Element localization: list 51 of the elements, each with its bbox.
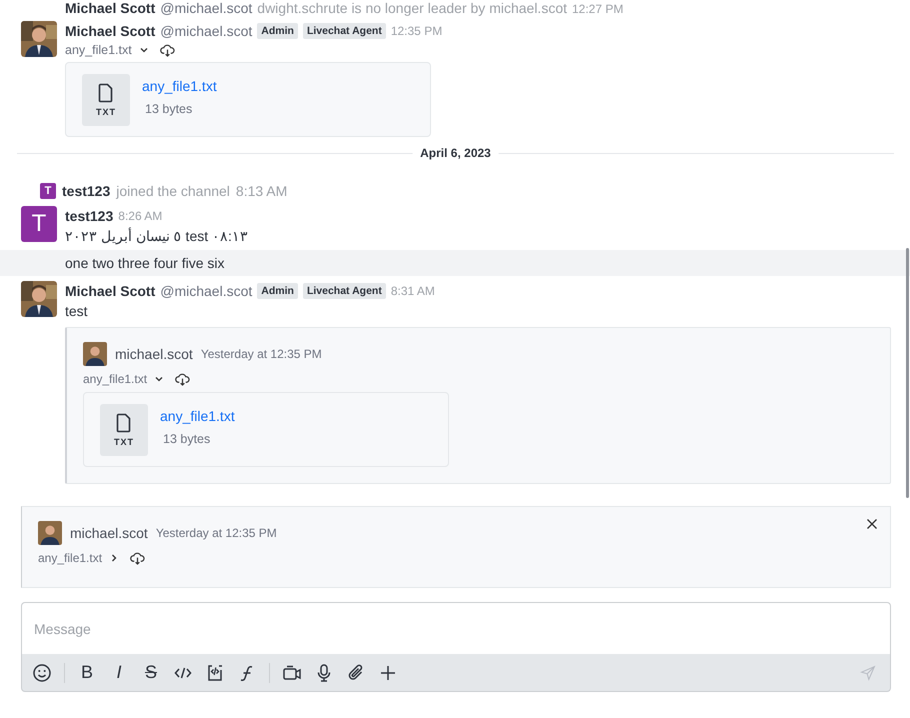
system-text: dwight.schrute is no longer leader by michael.scot — [257, 0, 567, 16]
avatar: T — [21, 206, 57, 242]
avatar: T — [40, 183, 56, 199]
close-icon[interactable] — [866, 518, 878, 530]
timestamp: 8:13 AM — [236, 183, 288, 199]
sender-name: test123 — [65, 208, 114, 224]
italic-button[interactable]: I — [109, 662, 129, 682]
timestamp: Yesterday at 12:35 PM — [200, 347, 322, 361]
username: @michael.scot — [160, 283, 252, 299]
strike-button[interactable]: S — [141, 662, 161, 682]
file-name: any_file1.txt — [38, 551, 102, 565]
username: @michael.scot — [160, 23, 252, 39]
document-icon — [116, 412, 132, 432]
scrollbar[interactable] — [906, 248, 909, 498]
message-text: one two three four five six — [65, 255, 225, 271]
file-link[interactable]: any_file1.txt — [160, 408, 235, 424]
timestamp: 8:26 AM — [118, 209, 162, 223]
cloud-download-icon[interactable] — [160, 44, 175, 56]
file-type: TXT — [96, 106, 116, 116]
timestamp: 12:35 PM — [390, 24, 442, 38]
file-size: 13 bytes — [144, 102, 194, 116]
file-type: TXT — [114, 436, 134, 446]
bold-button[interactable]: B — [77, 662, 97, 682]
sender-name: Michael Scott — [65, 283, 156, 299]
chevron-icon[interactable] — [138, 45, 149, 55]
username: @michael.scot — [160, 0, 252, 16]
message-text: ٥ نيسان أبريل ٢٠٢٣ test ٠٨:١٣ — [65, 226, 249, 246]
file-size: 13 bytes — [162, 432, 212, 446]
sender-name: test123 — [62, 183, 110, 199]
role-tag: Admin — [257, 23, 298, 39]
timestamp: 8:31 AM — [390, 284, 435, 298]
emoji-icon[interactable] — [32, 662, 52, 682]
sender-name: Michael Scott — [65, 0, 156, 16]
chevron-icon[interactable] — [154, 374, 164, 384]
system-text: joined the channel — [116, 183, 230, 199]
timestamp: 12:27 PM — [572, 1, 624, 17]
message-text: test — [65, 302, 89, 321]
file-name: any_file1.txt — [83, 372, 148, 386]
message-field[interactable]: Message — [21, 602, 891, 654]
file-name: any_file1.txt — [65, 43, 132, 57]
document-icon — [98, 82, 114, 102]
role-tag: Livechat Agent — [302, 23, 386, 39]
role-tag: Admin — [257, 283, 298, 299]
role-tag: Livechat Agent — [302, 283, 386, 299]
file-link[interactable]: any_file1.txt — [142, 78, 217, 94]
sender-name: Michael Scott — [65, 23, 156, 39]
quoted-author: michael.scot — [115, 346, 193, 362]
quoted-author: michael.scot — [70, 525, 148, 541]
timestamp: Yesterday at 12:35 PM — [156, 526, 277, 540]
cloud-download-icon[interactable] — [175, 372, 190, 386]
cloud-download-icon[interactable] — [130, 552, 146, 564]
